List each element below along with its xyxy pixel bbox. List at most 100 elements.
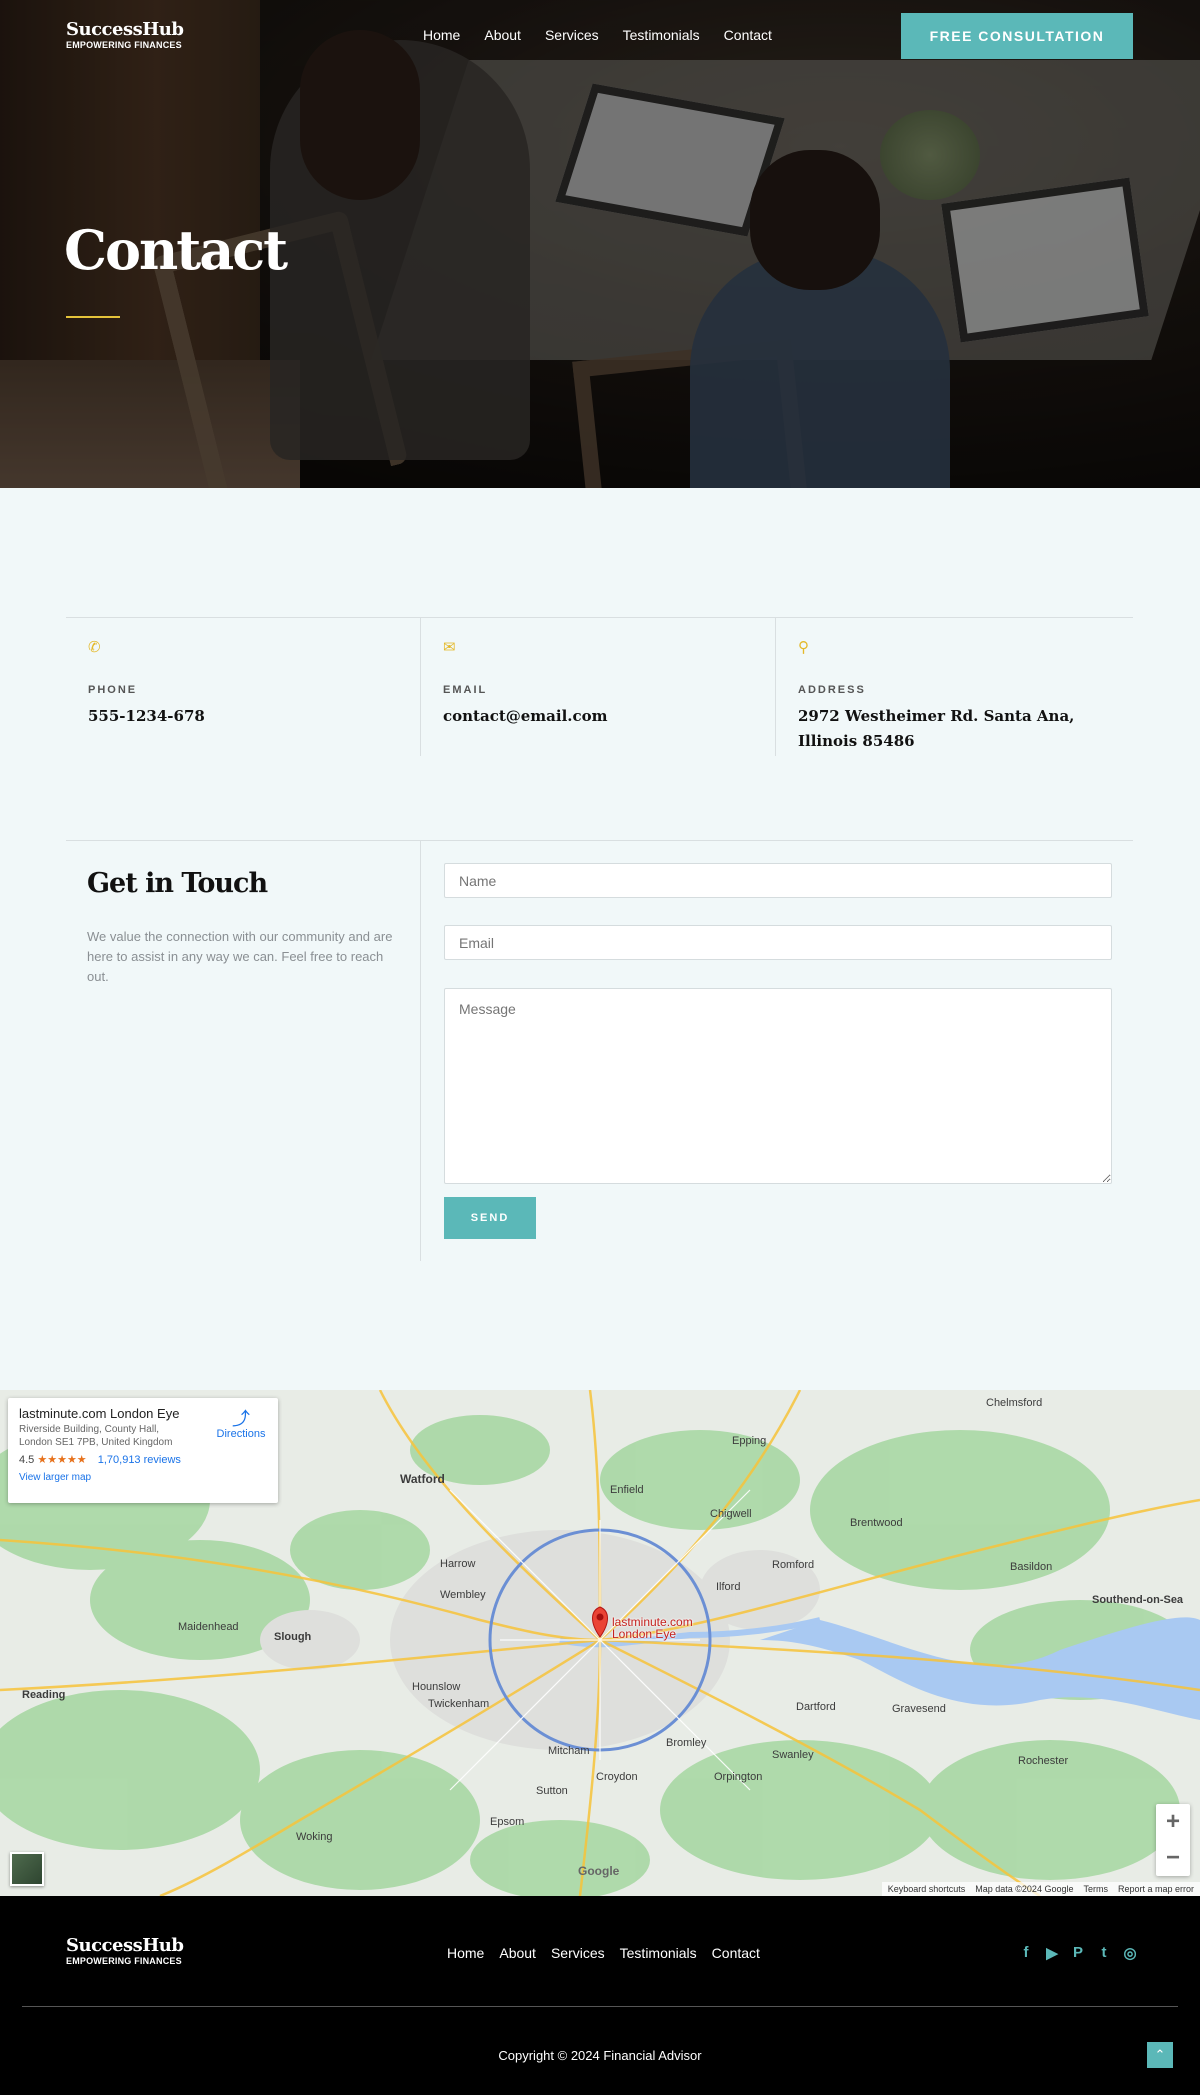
svg-text:Wembley: Wembley [440,1589,486,1601]
youtube-icon[interactable]: ▶ [1044,1944,1060,1962]
nav-services[interactable]: Services [545,26,599,44]
top-nav: SuccessHub EMPOWERING FINANCES Home Abou… [0,0,1200,72]
footer-brand-name: SuccessHub [66,1935,184,1956]
svg-text:Enfield: Enfield [610,1484,644,1496]
directions-button[interactable]: ⤴ Directions [211,1410,271,1440]
svg-text:Gravesend: Gravesend [892,1703,946,1715]
zoom-in-button[interactable]: + [1156,1804,1190,1840]
footer-divider [22,2006,1178,2007]
address-label: ADDRESS [798,684,866,696]
svg-text:Epsom: Epsom [490,1816,524,1828]
svg-text:Reading: Reading [22,1689,65,1701]
google-logo: Google [578,1864,620,1878]
keyboard-shortcuts-link[interactable]: Keyboard shortcuts [888,1884,966,1894]
svg-text:Epping: Epping [732,1435,766,1447]
social-links: f ▶ P t ◎ [1018,1944,1138,1962]
svg-text:Orpington: Orpington [714,1771,762,1783]
pin-label-line2: London Eye [612,1627,677,1641]
reviews-link[interactable]: 1,70,913 reviews [98,1454,181,1466]
svg-text:Chelmsford: Chelmsford [986,1397,1042,1409]
svg-text:Watford: Watford [400,1472,445,1486]
rating-value: 4.5 [19,1454,35,1466]
svg-text:Basildon: Basildon [1010,1561,1052,1573]
brand-name: SuccessHub [66,19,184,40]
satellite-toggle[interactable] [10,1852,44,1886]
embedded-map[interactable]: Chelmsford Watford Harrow Wembley Slough Re… [0,1390,1200,1896]
nav-about[interactable]: About [484,26,521,44]
nav-home[interactable]: Home [423,26,460,44]
hero-banner: SuccessHub EMPOWERING FINANCES Home Abou… [0,0,1200,488]
page-title: Contact [64,218,288,282]
footer-brand-tagline: EMPOWERING FINANCES [66,1956,182,1966]
svg-text:Ilford: Ilford [716,1581,740,1593]
site-footer: SuccessHub EMPOWERING FINANCES Home Abou… [0,1896,1200,2095]
svg-text:Croydon: Croydon [596,1771,638,1783]
message-field[interactable] [444,988,1112,1184]
star-icon: ★★★★★ [37,1454,87,1466]
main-menu: Home About Services Testimonials Contact [423,26,796,44]
twitter-icon[interactable]: t [1096,1944,1112,1962]
svg-text:Romford: Romford [772,1559,814,1571]
email-label: EMAIL [443,684,488,696]
svg-text:Maidenhead: Maidenhead [178,1621,239,1633]
get-in-touch-text: We value the connection with our communi… [87,929,393,984]
footer-nav-contact[interactable]: Contact [712,1945,760,1961]
svg-text:Slough: Slough [274,1631,312,1643]
phone-icon: ✆ [88,639,101,656]
svg-text:Swanley: Swanley [772,1749,814,1761]
back-to-top-button[interactable]: ⌃ [1147,2042,1173,2068]
free-consultation-button[interactable]: FREE CONSULTATION [901,13,1133,59]
map-pin-label: lastminute.com London Eye [612,1616,693,1640]
directions-label: Directions [216,1428,266,1440]
facebook-icon[interactable]: f [1018,1944,1034,1962]
page: SuccessHub EMPOWERING FINANCES Home Abou… [0,0,1200,2095]
svg-text:Harrow: Harrow [440,1558,476,1570]
get-in-touch-intro: Get in Touch We value the connection wit… [66,841,421,1261]
footer-nav-testimonials[interactable]: Testimonials [620,1945,697,1961]
address-info: ⚲ ADDRESS 2972 Westheimer Rd. Santa Ana,… [776,618,1131,756]
svg-text:Sutton: Sutton [536,1785,568,1797]
brand-logo[interactable]: SuccessHub EMPOWERING FINANCES [66,19,184,51]
svg-text:Twickenham: Twickenham [428,1698,489,1710]
instagram-icon[interactable]: ◎ [1122,1944,1138,1962]
footer-nav-home[interactable]: Home [447,1945,484,1961]
place-rating: 4.5 ★★★★★ 1,70,913 reviews [19,1453,267,1466]
svg-text:Mitcham: Mitcham [548,1745,590,1757]
footer-nav-services[interactable]: Services [551,1945,605,1961]
footer-menu: Home About Services Testimonials Contact [447,1945,775,1961]
copyright-text: Copyright © 2024 Financial Advisor [498,2048,702,2063]
report-error-link[interactable]: Report a map error [1118,1884,1194,1894]
contact-info-row: ✆ PHONE 555-1234-678 ✉ EMAIL contact@ema… [66,617,1133,756]
svg-text:Bromley: Bromley [666,1737,707,1749]
map-data-text: Map data ©2024 Google [975,1884,1074,1894]
title-underline [66,316,120,318]
email-field[interactable] [444,925,1112,960]
nav-testimonials[interactable]: Testimonials [623,26,700,44]
nav-contact[interactable]: Contact [724,26,772,44]
footer-logo[interactable]: SuccessHub EMPOWERING FINANCES [66,1935,184,1967]
zoom-out-button[interactable]: − [1156,1840,1190,1876]
footer-nav-about[interactable]: About [499,1945,536,1961]
svg-text:Chigwell: Chigwell [710,1508,752,1520]
get-in-touch-heading: Get in Touch [87,868,268,899]
place-address: Riverside Building, County Hall, London … [19,1424,173,1448]
address-value: 2972 Westheimer Rd. Santa Ana, Illinois … [798,707,1075,750]
phone-info: ✆ PHONE 555-1234-678 [66,618,421,756]
phone-value[interactable]: 555-1234-678 [88,704,398,729]
svg-text:Dartford: Dartford [796,1701,836,1713]
terms-link[interactable]: Terms [1083,1884,1108,1894]
email-info: ✉ EMAIL contact@email.com [421,618,776,756]
place-info-card: lastminute.com London Eye Riverside Buil… [8,1398,278,1503]
pinterest-icon[interactable]: P [1070,1944,1086,1962]
svg-text:Rochester: Rochester [1018,1755,1068,1767]
map-pin-icon: ⚲ [798,639,809,656]
envelope-icon: ✉ [443,639,456,656]
view-larger-map-link[interactable]: View larger map [19,1472,267,1483]
send-button[interactable]: SEND [444,1197,536,1239]
name-field[interactable] [444,863,1112,898]
directions-icon: ⤴ [232,1409,250,1429]
email-value[interactable]: contact@email.com [443,704,753,729]
svg-text:Brentwood: Brentwood [850,1517,903,1529]
svg-text:Woking: Woking [296,1831,332,1843]
contact-form-section: Get in Touch We value the connection wit… [66,840,1133,1261]
